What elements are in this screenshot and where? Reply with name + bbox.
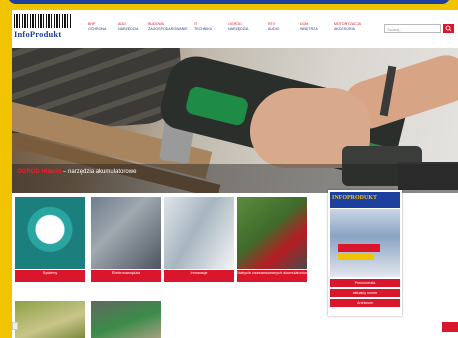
nav-item-label: TECHNIKA: [194, 27, 213, 31]
magazine-cover-image[interactable]: [330, 209, 400, 277]
nav-item-bhp[interactable]: BHP OCHRONA: [88, 22, 120, 32]
scroll-handle[interactable]: [12, 322, 18, 330]
cover-highlight: [338, 244, 380, 252]
cover-highlight: [338, 254, 374, 260]
article-thumbnail[interactable]: [91, 301, 161, 338]
search-icon: [445, 25, 452, 32]
nav-item-label: NARZĘDZIA: [118, 27, 139, 31]
search-button[interactable]: [443, 24, 454, 33]
hero-brand: OGRÓD: [17, 169, 40, 175]
tile-label: Nabycie zaawansowanych akumulatorów: [237, 270, 307, 282]
hero-brand-name: Hitachi: [41, 169, 62, 175]
subscription-button[interactable]: Prenumerata: [330, 279, 400, 287]
tile-label: Systemy: [15, 270, 85, 282]
nav-item-label: OCHRONA: [88, 27, 107, 31]
nav-item-label: AKCESORIA: [334, 27, 355, 31]
nav-item-dom[interactable]: DOM WNĘTRZA: [300, 22, 332, 32]
nav-item-label: ZAGOSPODAROWANIE: [148, 27, 188, 31]
nav-item-budowa[interactable]: BUDOWA ZAGOSPODAROWANIE: [148, 22, 188, 32]
tile-image: [91, 197, 161, 269]
hero-banner[interactable]: OGRÓD Hitachi – narzędzia akumulatorowe: [12, 48, 458, 193]
top-banner: [0, 0, 458, 10]
hero-title: OGRÓD Hitachi – narzędzia akumulatorowe: [17, 169, 136, 175]
magazine-widget: INFOPRODUKT Prenumerata aktualny numer A…: [328, 190, 402, 316]
tile-image: [15, 197, 85, 269]
hero-caption: – narzędzia akumulatorowe: [61, 169, 137, 175]
tile-label: Elektronarzędzia: [91, 270, 161, 282]
nav-item-label: AUDIO: [268, 27, 280, 31]
tile-label: Innowacje: [164, 270, 234, 282]
category-tile-elektronarzedzia[interactable]: Elektronarzędzia: [91, 197, 161, 289]
nav-item-label: WNĘTRZA: [300, 27, 318, 31]
nav-item-label: NARZĘDZIA: [228, 27, 249, 31]
tile-image: [237, 197, 307, 269]
magazine-title: INFOPRODUKT: [332, 195, 377, 201]
site-logo[interactable]: InfoProdukt: [14, 14, 72, 44]
site-header: InfoProdukt BHP OCHRONA AGD NARZĘDZIA BU…: [12, 10, 458, 48]
logo-text: InfoProdukt: [14, 29, 62, 39]
category-tile-systemy[interactable]: Systemy: [15, 197, 85, 289]
nav-item-it[interactable]: IT TECHNIKA: [194, 22, 226, 32]
category-tile-innowacje[interactable]: Innowacje: [164, 197, 234, 289]
nav-item-motoryzacja[interactable]: MOTORYZACJA AKCESORIA: [334, 22, 366, 32]
nav-item-rtv[interactable]: RTV AUDIO: [268, 22, 300, 32]
article-thumbnail[interactable]: [15, 301, 85, 338]
nav-item-agd[interactable]: AGD NARZĘDZIA: [118, 22, 150, 32]
nav-item-ogrod[interactable]: OGRÓD NARZĘDZIA: [228, 22, 260, 32]
tile-image: [164, 197, 234, 269]
website-page: InfoProdukt BHP OCHRONA AGD NARZĘDZIA BU…: [12, 10, 458, 338]
search-input[interactable]: Szukaj...: [384, 24, 441, 33]
barcode-icon: [14, 14, 72, 28]
current-issue-button[interactable]: aktualny numer: [330, 289, 400, 297]
archive-button[interactable]: Archiwum: [330, 299, 400, 307]
category-tile-akumulatory[interactable]: Nabycie zaawansowanych akumulatorów: [237, 197, 307, 289]
floating-button[interactable]: [442, 322, 458, 332]
